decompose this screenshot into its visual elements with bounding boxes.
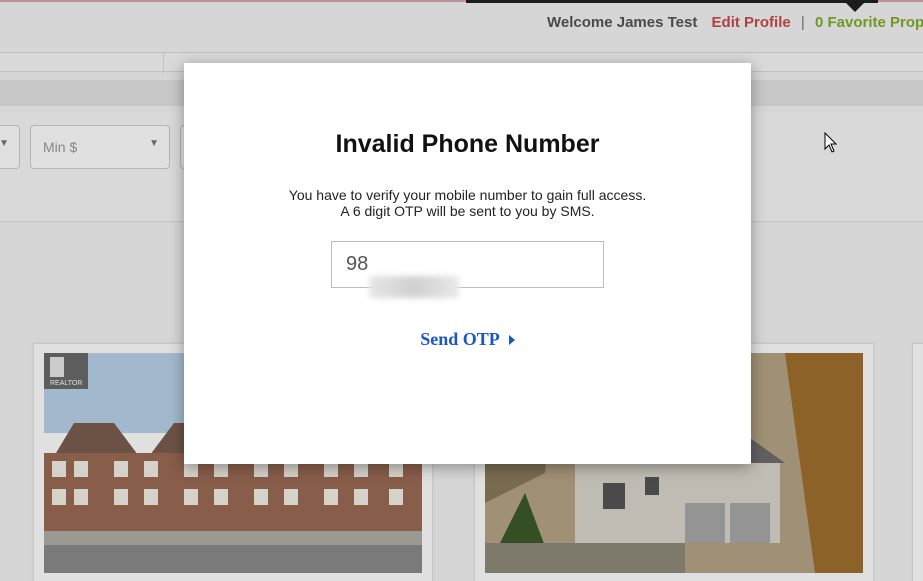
modal-message: You have to verify your mobile number to… [184,187,751,219]
modal-message-line2: A 6 digit OTP will be sent to you by SMS… [340,203,595,219]
otp-modal: Invalid Phone Number You have to verify … [184,63,751,464]
send-otp-link[interactable]: Send OTP [420,329,515,350]
modal-message-line1: You have to verify your mobile number to… [288,187,647,203]
modal-title: Invalid Phone Number [335,130,600,158]
mouse-cursor-icon [824,131,838,159]
send-otp-label: Send OTP [420,329,500,349]
play-arrow-icon [508,334,515,345]
redacted-number-blur [369,276,459,298]
phone-field-wrapper [331,241,604,298]
